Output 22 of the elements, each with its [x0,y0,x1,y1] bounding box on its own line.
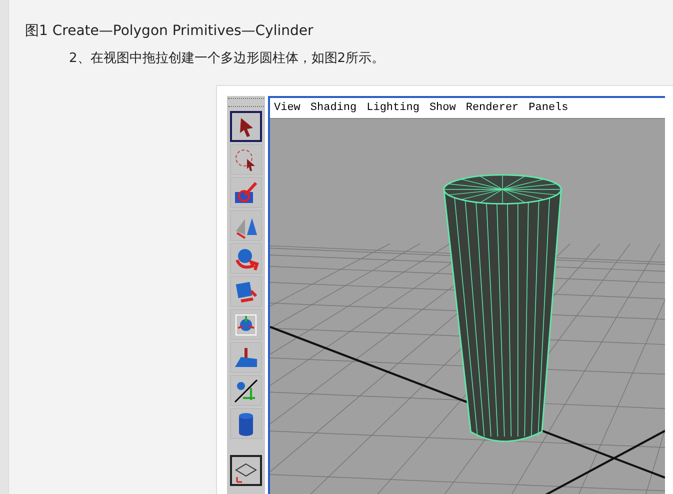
paint-icon [233,180,259,206]
viewport-menu-item[interactable]: Renderer [466,102,519,114]
lasso-tool-button[interactable] [230,144,262,175]
select-tool-button[interactable] [230,111,262,142]
viewport-menu-item[interactable]: View [274,102,300,114]
viewport-menu-item[interactable]: Shading [310,102,357,114]
viewport-menu-item[interactable]: Panels [528,102,568,114]
shapes-tool-button[interactable] [230,210,262,241]
figure-caption: 图1 Create—Polygon Primitives—Cylinder [25,22,314,40]
viewport-menu-item[interactable]: Show [429,102,456,114]
soft-tool-button[interactable] [230,342,262,373]
instruction-text: 2、在视图中拖拉创建一个多边形圆柱体，如图2所示。 [69,50,386,67]
toolbox-handle[interactable] [228,98,264,107]
viewport-menu-item[interactable]: Lighting [366,102,420,114]
manipulator-icon [233,312,259,338]
paint-tool-button[interactable] [230,177,262,208]
cylinder-tool-button[interactable] [230,408,262,439]
split-tool-button[interactable] [230,375,262,406]
rotate-tool-button[interactable] [230,243,262,274]
scale-tool-button[interactable] [230,276,262,307]
manipulator-tool-button[interactable] [230,309,262,340]
plane-layout-button[interactable] [230,455,262,486]
